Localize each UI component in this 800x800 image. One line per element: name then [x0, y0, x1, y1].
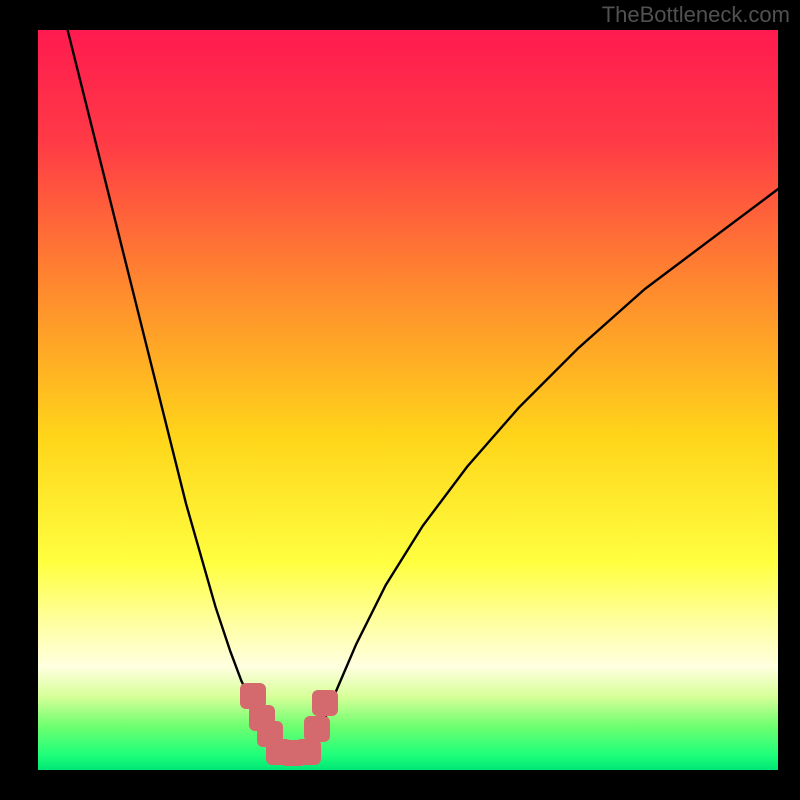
highlight-marker — [312, 690, 338, 716]
curve-layer — [38, 30, 778, 770]
plot-area — [38, 30, 778, 770]
left-branch-path — [68, 30, 279, 755]
chart-root: TheBottleneck.com — [0, 0, 800, 800]
highlight-marker — [295, 739, 321, 765]
right-branch-path — [308, 189, 778, 755]
highlight-marker — [304, 716, 330, 742]
watermark-text: TheBottleneck.com — [602, 2, 790, 28]
